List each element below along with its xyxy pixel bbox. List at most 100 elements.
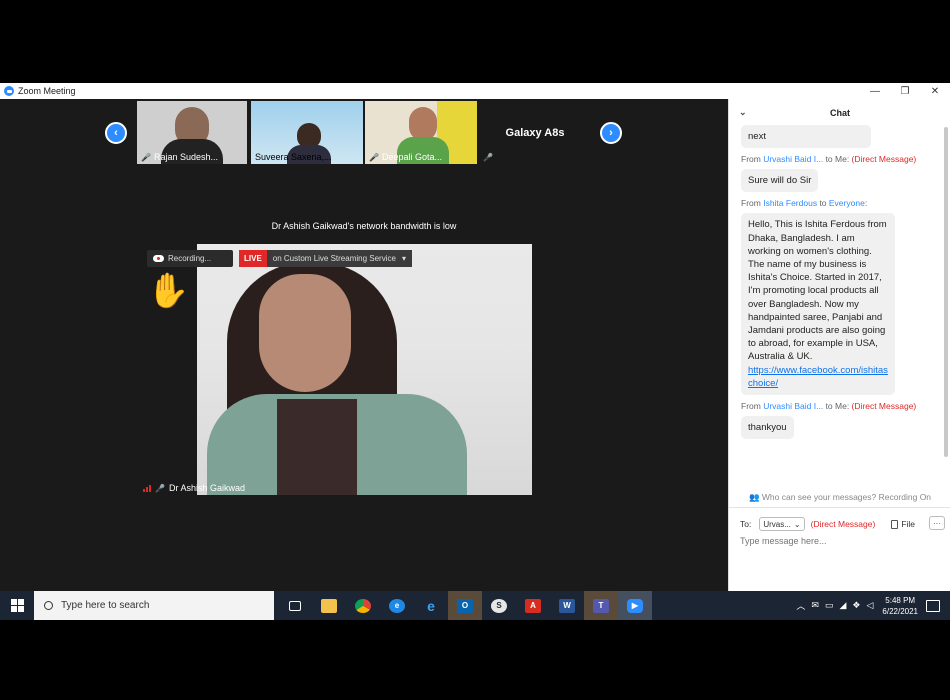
participant-thumbnail[interactable]: Galaxy A8s 🎤 [479,101,591,164]
mail-icon[interactable]: ✉ [811,600,819,611]
message-bubble[interactable]: Sure will do Sir [741,169,819,193]
taskbar-search[interactable]: Type here to search [34,591,274,620]
bandwidth-notice: Dr Ashish Gaikwad's network bandwidth is… [271,221,457,231]
speaker-name-label: 🎤 Dr Ashish Gaikwad [143,483,245,493]
participant-name-label: 🎤 Rajan Sudesh... [141,152,219,162]
chat-scrollbar[interactable] [944,127,948,457]
clock-date: 6/22/2021 [882,606,918,616]
search-icon [44,601,53,610]
outlook-icon: O [457,598,473,613]
minimize-button[interactable]: — [860,83,890,99]
chevron-down-icon[interactable]: ⌄ [739,107,747,118]
word-button[interactable]: W [550,591,584,620]
chat-message: From Urvashi Baid I... to Me: (Direct Me… [729,401,943,440]
active-speaker-video[interactable]: Recording... LIVE on Custom Live Streami… [140,244,587,495]
sender-name[interactable]: Ishita Ferdous [763,198,817,208]
live-stream-indicator[interactable]: LIVE on Custom Live Streaming Service ▾ [239,250,412,267]
file-button[interactable]: File [891,519,915,529]
message-bubble[interactable]: next [741,125,871,149]
video-frame [197,244,532,495]
direct-message-tag: (Direct Message) [810,519,876,529]
window-controls: — ❐ ✕ [860,83,950,99]
dropbox-icon[interactable]: ❖ [852,600,860,611]
mic-muted-icon: 🎤 [369,152,379,162]
file-icon [891,519,899,529]
participant-name-large: Galaxy A8s [505,127,565,139]
task-view-icon [289,600,301,611]
message-link[interactable]: https://www.facebook.com/ishitaschoice/ [748,364,888,390]
recording-indicator[interactable]: Recording... [147,250,233,267]
gallery-strip: ‹ 🎤 Rajan Sudesh... Suveera Saxena,... 🎤 D… [0,99,728,166]
edge-button[interactable]: e [380,591,414,620]
message-bubble[interactable]: Hello, This is Ishita Ferdous from Dhaka… [741,213,895,396]
message-meta: From Urvashi Baid I... to Me: (Direct Me… [741,401,917,412]
volume-icon[interactable]: ◁ [866,600,873,611]
network-icon[interactable]: ◢ [839,600,846,611]
zoom-button[interactable]: ▶ [618,591,652,620]
message-meta: From Urvashi Baid I... to Me: (Direct Me… [741,154,917,165]
mic-muted-icon: 🎤 [155,483,165,493]
raised-hand-icon: ✋ [147,272,190,310]
acrobat-button[interactable]: A [516,591,550,620]
chat-message-input[interactable] [740,536,940,546]
screen: Zoom Meeting — ❐ ✕ ‹ 🎤 Rajan Sudesh... Su… [0,0,950,700]
window-title-bar: Zoom Meeting — ❐ ✕ [0,83,950,99]
internet-explorer-button[interactable]: e [414,591,448,620]
start-button[interactable] [0,591,34,620]
chevron-right-icon: › [609,127,613,139]
outlook-button[interactable]: O [448,591,482,620]
sender-name[interactable]: Urvashi Baid I... [763,401,823,411]
chat-panel: ⌄ Chat next From Urvashi Baid I... to Me… [728,99,950,591]
notification-center-icon[interactable] [926,599,940,612]
cloud-recording-icon [153,255,164,262]
more-options-button[interactable]: ··· [929,516,945,530]
participant-name-label: 🎤 Deepali Gota... [369,152,443,162]
mic-muted-icon: 🎤 [141,152,151,162]
recipient-name[interactable]: Everyone [829,198,865,208]
recipient-select[interactable]: Urvas... ⌄ [759,517,805,531]
chevron-up-icon[interactable]: ︿ [796,599,805,612]
chat-title: Chat [830,108,850,118]
chrome-icon [355,598,371,613]
gallery-next-button[interactable]: › [600,122,622,144]
speaker-top [277,399,357,495]
chat-messages[interactable]: next From Urvashi Baid I... to Me: (Dire… [729,125,943,493]
file-explorer-icon [321,598,337,613]
live-badge: LIVE [239,250,267,267]
teams-button[interactable]: T [584,591,618,620]
recipient-row: To: Urvas... ⌄ (Direct Message) File ··· [740,516,945,532]
system-tray: ︿ ✉ ▭ ◢ ❖ ◁ 5:48 PM 6/22/2021 [793,591,950,620]
live-service-label: on Custom Live Streaming Service ▾ [266,250,412,267]
participant-thumbnail[interactable]: Suveera Saxena,... [251,101,363,164]
file-explorer-button[interactable] [312,591,346,620]
divider [729,507,950,508]
participant-thumbnail[interactable]: 🎤 Rajan Sudesh... [137,101,247,164]
participant-name-label: Suveera Saxena,... [255,152,332,162]
message-bubble[interactable]: thankyou [741,416,794,440]
taskbar: Type here to search e e O S A W T ▶ ︿ ✉ … [0,591,950,620]
chat-message: From Urvashi Baid I... to Me: (Direct Me… [729,154,943,193]
message-meta: From Ishita Ferdous to Everyone: [741,198,868,209]
window-title: Zoom Meeting [18,86,76,96]
chat-message: From Ishita Ferdous to Everyone: Hello, … [729,198,943,396]
taskbar-clock[interactable]: 5:48 PM 6/22/2021 [882,595,918,617]
zoom-app-icon [4,86,14,96]
mic-muted-icon: 🎤 [483,153,493,162]
chevron-down-icon: ⌄ [793,519,801,529]
zoom-icon: ▶ [627,598,643,613]
close-button[interactable]: ✕ [920,83,950,99]
speaker-face [259,274,351,392]
battery-icon[interactable]: ▭ [825,600,834,611]
skype-button[interactable]: S [482,591,516,620]
taskbar-apps: e e O S A W T ▶ [278,591,652,620]
maximize-button[interactable]: ❐ [890,83,920,99]
participant-thumbnail[interactable]: 🎤 Deepali Gota... [365,101,477,164]
windows-logo-icon [10,599,24,612]
chrome-button[interactable] [346,591,380,620]
task-view-button[interactable] [278,591,312,620]
message-visibility-note[interactable]: 👥 Who can see your messages? Recording O… [729,492,950,503]
gallery-prev-button[interactable]: ‹ [105,122,127,144]
chevron-left-icon: ‹ [114,127,118,139]
to-label: To: [740,519,752,529]
sender-name[interactable]: Urvashi Baid I... [763,154,823,164]
